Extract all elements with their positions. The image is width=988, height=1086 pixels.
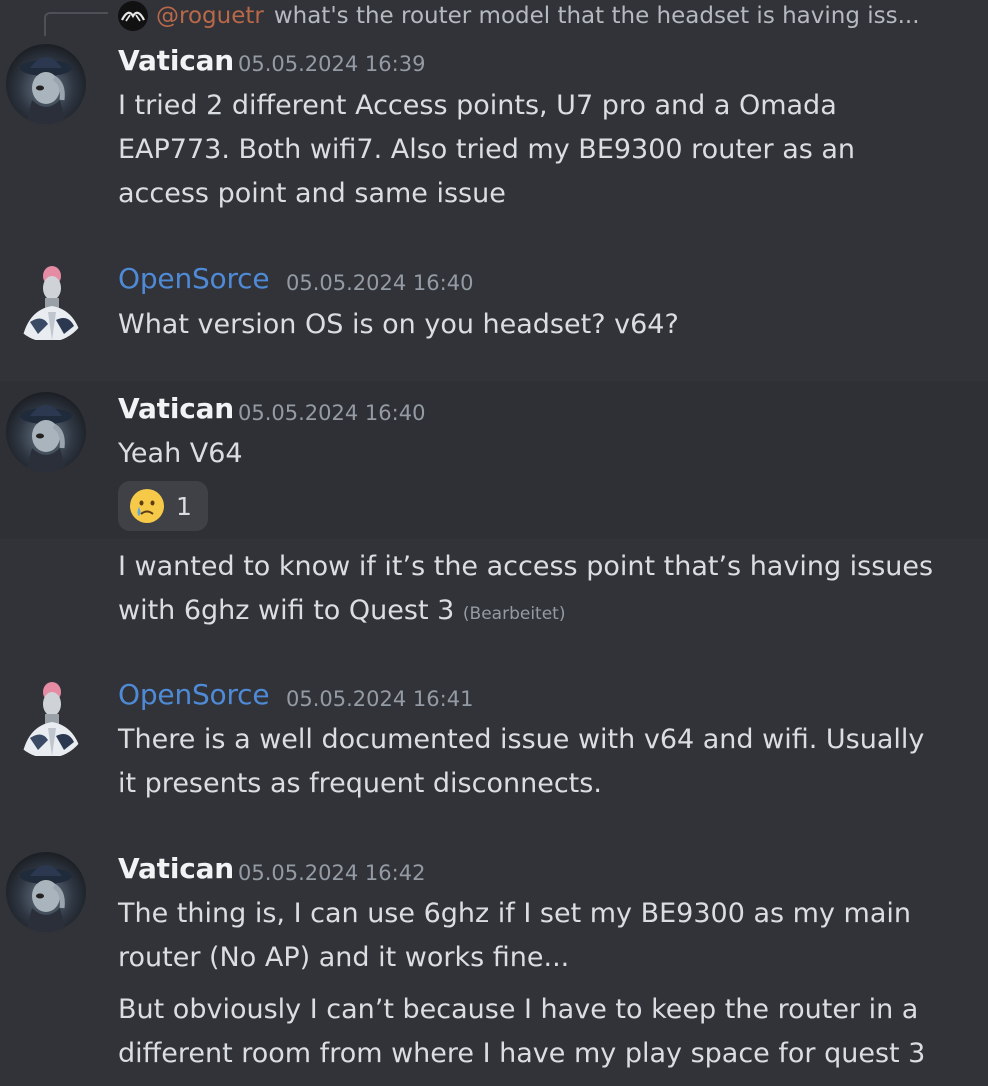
message-text: I wanted to know if it’s the access poin… [118, 551, 934, 626]
message-author[interactable]: OpenSorce [118, 262, 270, 295]
message-timestamp: 05.05.2024 16:40 [286, 271, 474, 295]
reaction-count: 1 [176, 491, 192, 521]
avatar[interactable] [6, 392, 86, 472]
message-timestamp: 05.05.2024 16:40 [238, 401, 426, 425]
reply-preview[interactable]: @roguetr what's the router model that th… [118, 0, 920, 32]
avatar[interactable] [6, 44, 86, 124]
message-text: What version OS is on you headset? v64? [118, 309, 679, 340]
message-author[interactable]: Vatican [118, 852, 234, 885]
message-text: The thing is, I can use 6ghz if I set my… [118, 898, 911, 973]
message-text: I tried 2 different Access points, U7 pr… [118, 90, 856, 209]
reply-connector-line [44, 12, 108, 36]
message-timestamp: 05.05.2024 16:42 [238, 861, 426, 885]
message-author[interactable]: OpenSorce [118, 678, 270, 711]
crying-face-icon [130, 489, 164, 523]
message-author[interactable]: Vatican [118, 44, 234, 77]
avatar[interactable] [6, 852, 86, 932]
reply-text[interactable]: what's the router model that the headset… [274, 3, 920, 29]
message-timestamp: 05.05.2024 16:41 [286, 687, 474, 711]
reply-avatar[interactable] [118, 1, 148, 31]
message-timestamp: 05.05.2024 16:39 [238, 52, 426, 76]
message-text: Yeah V64 [118, 438, 243, 469]
edited-label: (Bearbeitet) [462, 604, 566, 624]
avatar[interactable] [8, 262, 88, 342]
message-author[interactable]: Vatican [118, 392, 234, 425]
message-text: There is a well documented issue with v6… [118, 724, 925, 799]
avatar[interactable] [8, 678, 88, 758]
reply-author[interactable]: @roguetr [156, 3, 264, 29]
message-text: But obviously I can’t because I have to … [118, 994, 926, 1069]
reaction-button[interactable]: 1 [118, 481, 208, 531]
